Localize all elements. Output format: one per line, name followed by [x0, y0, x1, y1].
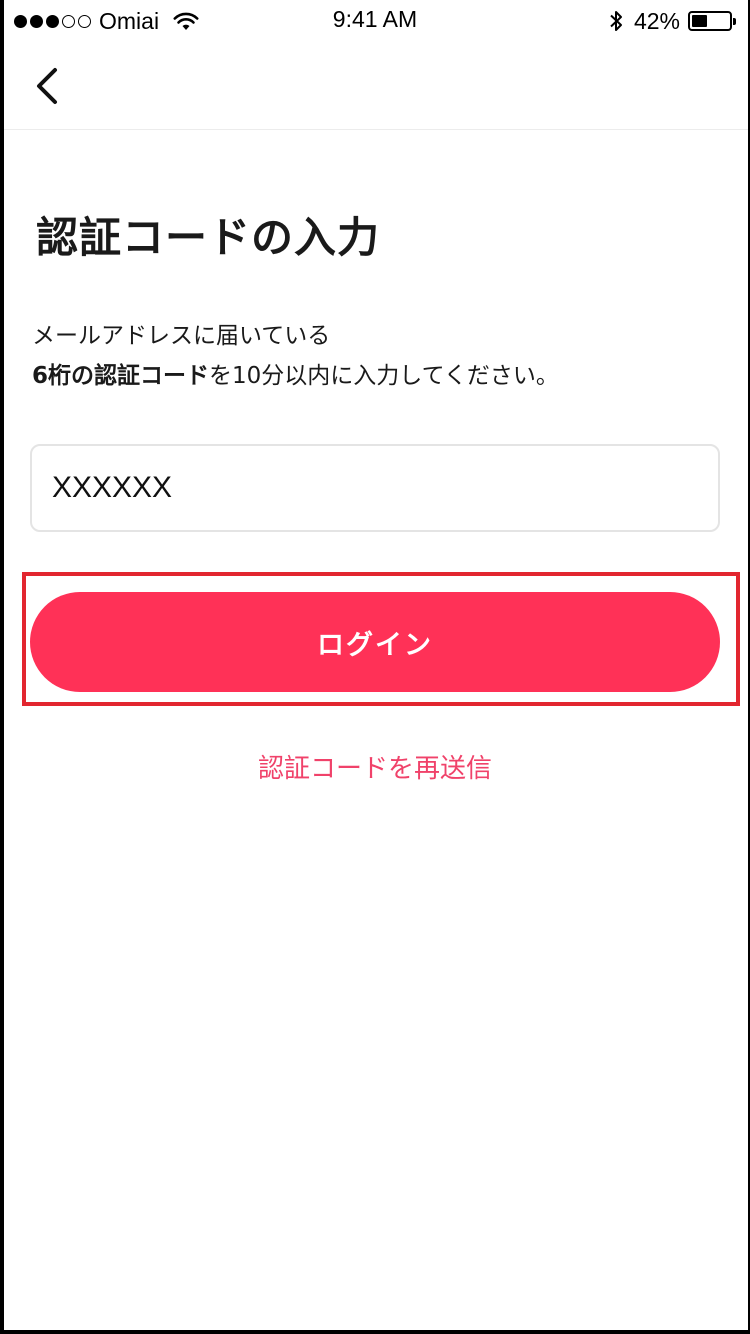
status-left: Omiai — [14, 6, 199, 36]
chevron-left-icon — [37, 68, 57, 104]
status-bar: Omiai 9:41 AM 42% — [0, 0, 750, 44]
instruction-line-2: 6桁の認証コードを10分以内に入力してください。 — [32, 356, 559, 396]
bluetooth-icon — [610, 11, 622, 31]
signal-strength-icon — [14, 14, 91, 28]
wifi-icon — [173, 12, 199, 30]
page-title: 認証コードの入力 — [36, 213, 381, 262]
battery-percent: 42% — [633, 7, 680, 34]
signal-dot — [62, 14, 75, 28]
back-button[interactable] — [24, 60, 70, 112]
navigation-bar — [4, 44, 748, 130]
login-button[interactable]: ログイン — [30, 592, 720, 692]
resend-code-link[interactable]: 認証コードを再送信 — [0, 748, 750, 785]
battery-icon — [688, 11, 736, 31]
instruction-line-1: メールアドレスに届いている — [32, 323, 331, 349]
signal-dot — [14, 14, 27, 28]
carrier-name: Omiai — [99, 7, 160, 34]
signal-dot — [78, 14, 91, 28]
battery-cap — [733, 18, 736, 25]
status-right: 42% — [608, 6, 736, 36]
verification-code-input[interactable] — [30, 444, 720, 532]
battery-fill — [692, 15, 707, 27]
signal-dot — [30, 14, 43, 28]
instruction-emphasis: 6桁の認証コード — [32, 363, 210, 389]
signal-dot — [46, 14, 59, 28]
instruction-rest: を10分以内に入力してください。 — [209, 363, 559, 389]
instruction-text: メールアドレスに届いている 6桁の認証コードを10分以内に入力してください。 — [32, 316, 559, 396]
